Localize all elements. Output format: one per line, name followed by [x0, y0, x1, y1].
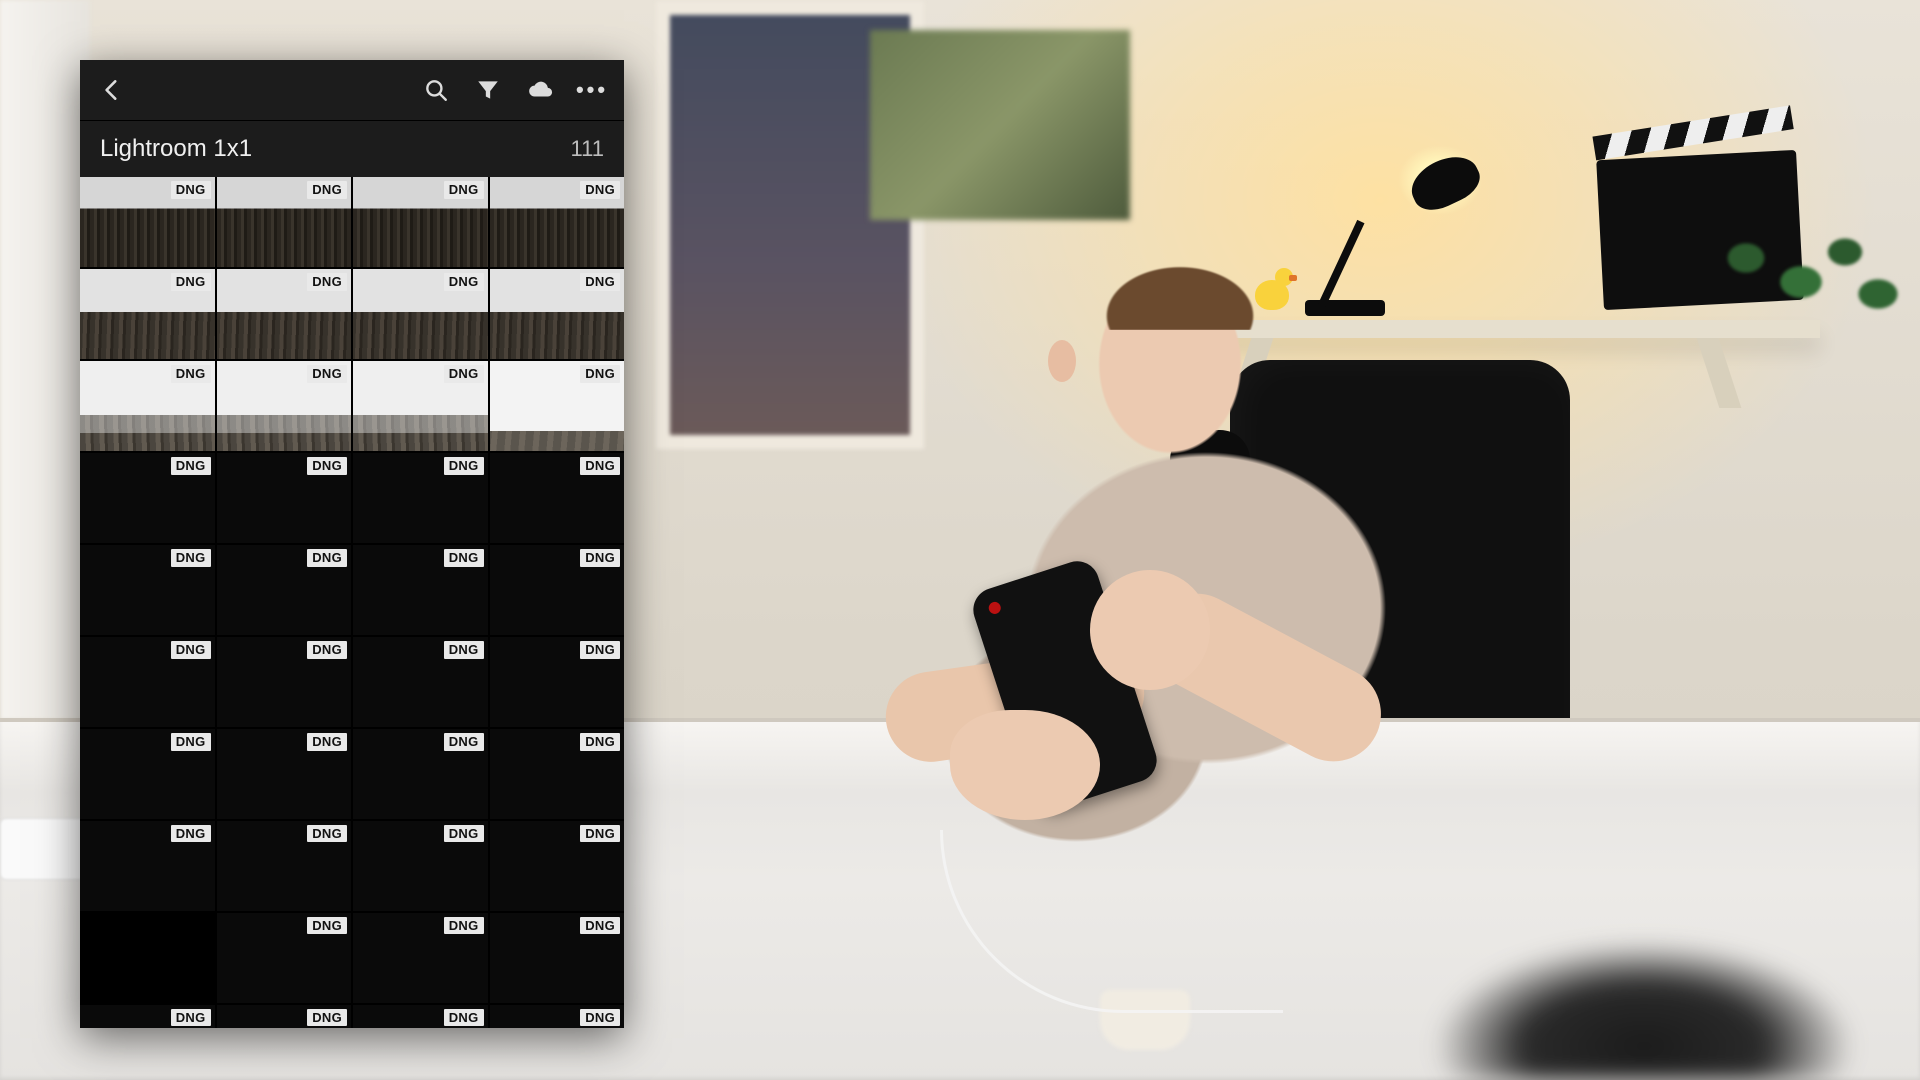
format-badge: DNG [171, 641, 211, 659]
photo-thumbnail[interactable]: DNG [217, 545, 352, 635]
format-badge: DNG [171, 825, 211, 843]
format-badge: DNG [580, 273, 620, 291]
format-badge: DNG [444, 825, 484, 843]
photo-thumbnail[interactable]: DNG [80, 1005, 215, 1028]
format-badge: DNG [307, 181, 347, 199]
photo-thumbnail[interactable]: DNG [217, 177, 352, 267]
photo-thumbnail[interactable]: DNG [80, 177, 215, 267]
format-badge: DNG [171, 273, 211, 291]
photo-thumbnail[interactable]: DNG [217, 453, 352, 543]
format-badge: DNG [580, 457, 620, 475]
search-button[interactable] [414, 68, 458, 112]
format-badge: DNG [444, 1009, 484, 1027]
format-badge: DNG [580, 181, 620, 199]
back-button[interactable] [90, 68, 134, 112]
photo-thumbnail[interactable]: DNG [490, 269, 625, 359]
format-badge: DNG [171, 1009, 211, 1027]
photo-thumbnail[interactable]: DNG [80, 269, 215, 359]
more-icon: ••• [576, 77, 608, 103]
funnel-icon [475, 77, 501, 103]
format-badge: DNG [307, 1009, 347, 1027]
photo-thumbnail[interactable]: DNG [80, 545, 215, 635]
photo-thumbnail[interactable]: DNG [490, 1005, 625, 1028]
photo-thumbnail[interactable]: DNG [353, 361, 488, 451]
cloud-icon [527, 77, 553, 103]
format-badge: DNG [580, 365, 620, 383]
photo-thumbnail[interactable]: DNG [217, 729, 352, 819]
format-badge: DNG [171, 549, 211, 567]
lightroom-mobile-screen: ••• Lightroom 1x1 111 DNGDNGDNGDNGDNGDNG… [80, 60, 624, 1028]
photo-thumbnail[interactable]: DNG [490, 361, 625, 451]
album-header: Lightroom 1x1 111 [80, 120, 624, 177]
photo-thumbnail[interactable]: DNG [353, 729, 488, 819]
format-badge: DNG [171, 365, 211, 383]
format-badge: DNG [580, 549, 620, 567]
format-badge: DNG [444, 273, 484, 291]
format-badge: DNG [307, 825, 347, 843]
format-badge: DNG [307, 733, 347, 751]
format-badge: DNG [171, 457, 211, 475]
app-toolbar: ••• [80, 60, 624, 120]
photo-thumbnail[interactable]: DNG [353, 545, 488, 635]
photo-thumbnail[interactable]: DNG [80, 453, 215, 543]
format-badge: DNG [444, 733, 484, 751]
photo-grid[interactable]: DNG DNG DNG DNG DNG DNG DNG DNG DNG DNG DNG DNG DNG D… [80, 177, 624, 1028]
search-icon [423, 77, 449, 103]
photo-thumbnail[interactable]: DNG [217, 913, 352, 1003]
format-badge: DNG [307, 917, 347, 935]
format-badge: DNG [580, 917, 620, 935]
photo-thumbnail[interactable]: DNG [353, 1005, 488, 1028]
format-badge: DNG [307, 273, 347, 291]
photo-thumbnail[interactable]: DNG [353, 913, 488, 1003]
photo-thumbnail[interactable]: DNG [217, 637, 352, 727]
format-badge: DNG [580, 733, 620, 751]
photo-thumbnail[interactable]: DNG [490, 729, 625, 819]
format-badge: DNG [444, 641, 484, 659]
photo-thumbnail[interactable]: DNG [490, 913, 625, 1003]
photo-thumbnail[interactable]: DNG [80, 637, 215, 727]
photo-thumbnail[interactable]: DNG [353, 177, 488, 267]
photo-thumbnail[interactable]: DNG [217, 1005, 352, 1028]
photo-thumbnail[interactable]: DNG [490, 821, 625, 911]
format-badge: DNG [580, 825, 620, 843]
person-holding-phone [880, 190, 1440, 950]
photo-thumbnail[interactable]: DNG [80, 729, 215, 819]
photo-thumbnail[interactable]: DNG [217, 269, 352, 359]
photo-thumbnail[interactable]: DNG [353, 269, 488, 359]
format-badge: DNG [444, 365, 484, 383]
format-badge: DNG [307, 457, 347, 475]
format-badge: DNG [307, 365, 347, 383]
photo-thumbnail[interactable]: DNG [490, 453, 625, 543]
photo-thumbnail[interactable]: DNG [353, 453, 488, 543]
format-badge: DNG [444, 457, 484, 475]
filter-button[interactable] [466, 68, 510, 112]
format-badge: DNG [307, 549, 347, 567]
photo-thumbnail[interactable]: DNG [353, 821, 488, 911]
format-badge: DNG [444, 917, 484, 935]
photo-thumbnail[interactable]: DNG [490, 177, 625, 267]
format-badge: DNG [171, 733, 211, 751]
format-badge: DNG [171, 181, 211, 199]
photo-thumbnail[interactable]: DNG [490, 637, 625, 727]
cloud-sync-button[interactable] [518, 68, 562, 112]
photo-thumbnail[interactable]: DNG [217, 821, 352, 911]
album-photo-count: 111 [571, 136, 604, 162]
format-badge: DNG [444, 549, 484, 567]
format-badge: DNG [580, 641, 620, 659]
photo-thumbnail[interactable]: DNG [353, 637, 488, 727]
more-options-button[interactable]: ••• [570, 68, 614, 112]
format-badge: DNG [444, 181, 484, 199]
photo-thumbnail[interactable]: DNG [217, 361, 352, 451]
album-title: Lightroom 1x1 [100, 135, 252, 163]
photo-thumbnail[interactable]: DNG [490, 545, 625, 635]
photo-thumbnail[interactable]: DNG [80, 821, 215, 911]
photo-thumbnail[interactable]: DNG [80, 361, 215, 451]
format-badge: DNG [307, 641, 347, 659]
format-badge: DNG [580, 1009, 620, 1027]
chevron-left-icon [99, 77, 125, 103]
